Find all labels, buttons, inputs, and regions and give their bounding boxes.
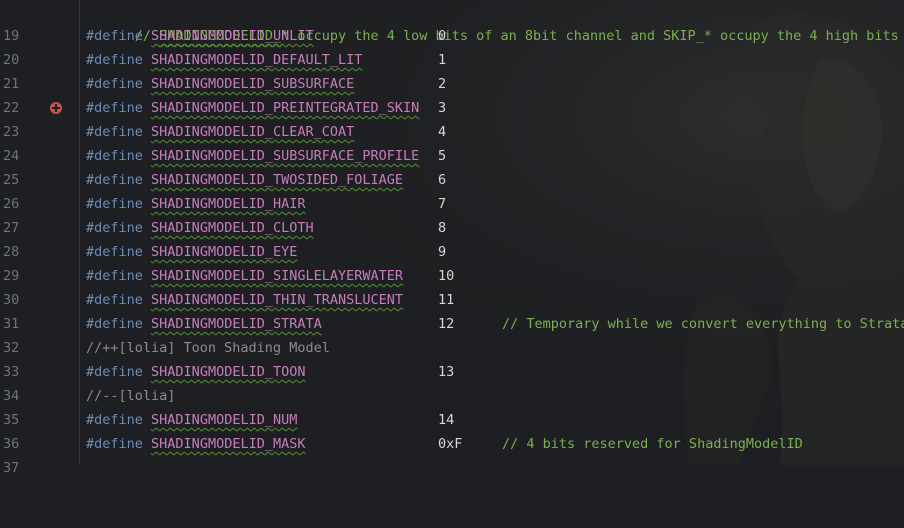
add-circle-icon[interactable]: [50, 102, 62, 114]
macro-value: 14: [438, 412, 455, 428]
define-keyword: #define: [86, 76, 143, 92]
code-line-22[interactable]: 22 #define SHADINGMODELID_SUBSURFACE 2: [0, 72, 904, 116]
macro-name: SHADINGMODELID_STRATA: [151, 316, 322, 332]
macro-value: 9: [438, 244, 447, 260]
define-keyword: #define: [86, 196, 143, 212]
define-keyword: #define: [86, 316, 143, 332]
macro-value: 7: [438, 196, 447, 212]
code-line-28[interactable]: 28 #define SHADINGMODELID_CLOTH 8: [0, 216, 904, 260]
macro-value: 2: [438, 76, 447, 92]
define-keyword: #define: [86, 268, 143, 284]
macro-value: 8: [438, 220, 447, 236]
macro-name: SHADINGMODELID_SUBSURFACE_PROFILE: [151, 148, 420, 164]
code-editor[interactable]: 19 // SHADINGMODELID_* occupy the 4 low …: [0, 0, 904, 476]
code-line-19[interactable]: 19 // SHADINGMODELID_* occupy the 4 low …: [0, 0, 904, 44]
macro-name: SHADINGMODELID_UNLIT: [151, 28, 314, 44]
macro-name: SHADINGMODELID_DEFAULT_LIT: [151, 52, 363, 68]
macro-name: SHADINGMODELID_TWOSIDED_FOLIAGE: [151, 172, 404, 188]
macro-value: 13: [438, 364, 455, 380]
macro-name: SHADINGMODELID_MASK: [151, 436, 306, 452]
define-keyword: #define: [86, 436, 143, 452]
macro-value: 0: [438, 28, 447, 44]
macro-name: SHADINGMODELID_SUBSURFACE: [151, 76, 355, 92]
define-keyword: #define: [86, 244, 143, 260]
trailing-comment: // Temporary while we convert everything…: [502, 316, 904, 332]
define-keyword: #define: [86, 124, 143, 140]
macro-value: 12: [438, 316, 455, 332]
code-line-29[interactable]: 29 #define SHADINGMODELID_EYE 9: [0, 240, 904, 284]
define-keyword: #define: [86, 28, 143, 44]
macro-name: SHADINGMODELID_SINGLELAYERWATER: [151, 268, 404, 284]
line-comment: //++[lolia] Toon Shading Model: [86, 340, 330, 356]
code-line-23[interactable]: 23 #define SHADINGMODELID_PREINTEGRATED_…: [0, 96, 904, 140]
line-number: 37: [3, 460, 20, 476]
macro-value: 6: [438, 172, 447, 188]
code-line-37[interactable]: 37 #define SHADINGMODELID_MASK 0xF // 4 bi…: [0, 432, 904, 476]
macro-name: SHADINGMODELID_HAIR: [151, 196, 306, 212]
macro-name: SHADINGMODELID_PREINTEGRATED_SKIN: [151, 100, 420, 116]
code-line-31[interactable]: 31 #define SHADINGMODELID_THIN_TRANSLUCE…: [0, 288, 904, 332]
macro-value: 3: [438, 100, 447, 116]
define-keyword: #define: [86, 52, 143, 68]
define-keyword: #define: [86, 220, 143, 236]
macro-value: 5: [438, 148, 447, 164]
macro-value: 11: [438, 292, 455, 308]
trailing-comment: // 4 bits reserved for ShadingModelID: [502, 436, 803, 452]
macro-name: SHADINGMODELID_CLEAR_COAT: [151, 124, 355, 140]
macro-value: 0xF: [438, 436, 463, 452]
line-comment: //--[lolia]: [86, 388, 176, 404]
macro-name: SHADINGMODELID_NUM: [151, 412, 298, 428]
code-line-33[interactable]: 33 //++[lolia] Toon Shading Model: [0, 336, 904, 380]
code-line-34[interactable]: 34 #define SHADINGMODELID_TOON 13: [0, 360, 904, 404]
define-keyword: #define: [86, 412, 143, 428]
code-line-25[interactable]: 25 #define SHADINGMODELID_SUBSURFACE_PRO…: [0, 144, 904, 188]
code-line-30[interactable]: 30 #define SHADINGMODELID_SINGLELAYERWAT…: [0, 264, 904, 308]
define-keyword: #define: [86, 364, 143, 380]
define-keyword: #define: [86, 100, 143, 116]
define-keyword: #define: [86, 292, 143, 308]
code-line-24[interactable]: 24 #define SHADINGMODELID_CLEAR_COAT 4: [0, 120, 904, 164]
code-line-35[interactable]: 35 //--[lolia]: [0, 384, 904, 428]
define-keyword: #define: [86, 172, 143, 188]
macro-name: SHADINGMODELID_THIN_TRANSLUCENT: [151, 292, 404, 308]
macro-name: SHADINGMODELID_CLOTH: [151, 220, 314, 236]
code-line-27[interactable]: 27 #define SHADINGMODELID_HAIR 7: [0, 192, 904, 236]
code-line-21[interactable]: 21 #define SHADINGMODELID_DEFAULT_LIT 1: [0, 48, 904, 92]
code-line-20[interactable]: 20 #define SHADINGMODELID_UNLIT 0: [0, 24, 904, 68]
macro-value: 10: [438, 268, 455, 284]
macro-name: SHADINGMODELID_EYE: [151, 244, 298, 260]
code-line-32[interactable]: 32 #define SHADINGMODELID_STRATA 12// Tem…: [0, 312, 904, 356]
macro-name: SHADINGMODELID_TOON: [151, 364, 306, 380]
define-keyword: #define: [86, 148, 143, 164]
code-line-36[interactable]: 36 #define SHADINGMODELID_NUM 14: [0, 408, 904, 452]
macro-value: 4: [438, 124, 447, 140]
macro-value: 1: [438, 52, 447, 68]
code-line-26[interactable]: 26 #define SHADINGMODELID_TWOSIDED_FOLIA…: [0, 168, 904, 212]
